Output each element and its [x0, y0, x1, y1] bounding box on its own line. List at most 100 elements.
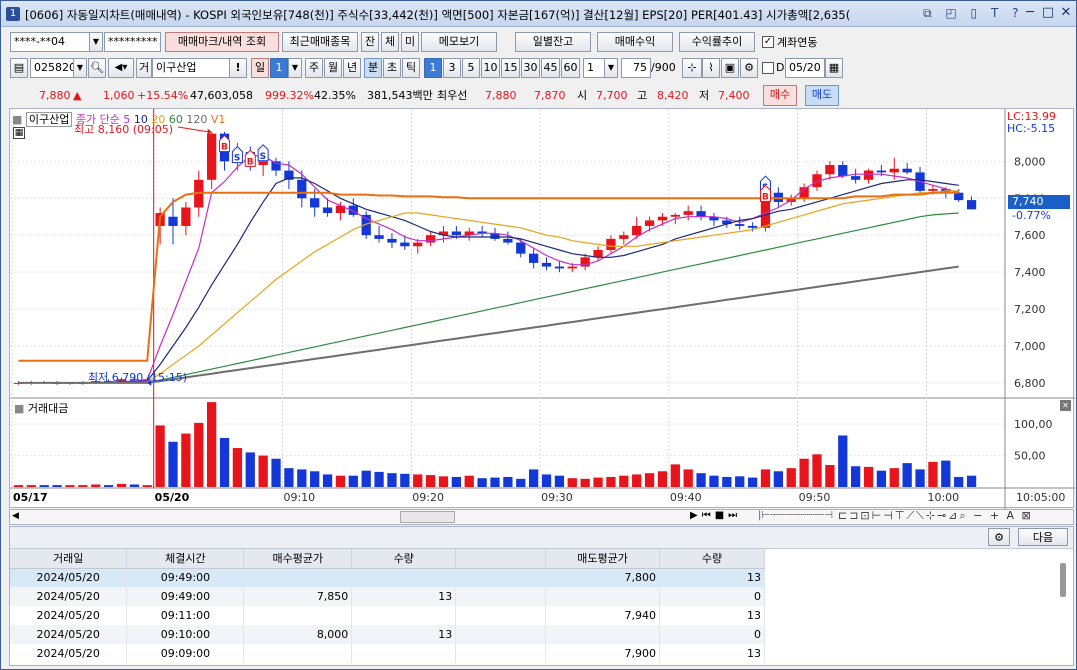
tab-unfilled[interactable]: 미: [401, 32, 419, 52]
period-count-field[interactable]: 1: [270, 58, 288, 78]
custom-period-dropdown-icon[interactable]: ▼: [604, 58, 618, 78]
gear-icon[interactable]: ⚙: [740, 58, 758, 78]
minimize-button[interactable]: ─: [1021, 5, 1039, 21]
window-number-badge: 1: [6, 7, 20, 21]
date-checkbox[interactable]: [762, 62, 774, 74]
period-year-button[interactable]: 년: [343, 58, 361, 78]
period-tick-button[interactable]: 틱: [402, 58, 420, 78]
col-sell-qty[interactable]: 수량: [659, 549, 765, 569]
period-second-button[interactable]: 초: [383, 58, 401, 78]
volume-bar: [91, 484, 101, 487]
buy-button[interactable]: 매수: [763, 85, 797, 106]
volume-bar: [696, 473, 706, 487]
maximize-button[interactable]: □: [1039, 5, 1057, 21]
tool-icon-2[interactable]: ⌇: [702, 58, 720, 78]
open-label: 시: [577, 89, 588, 102]
speaker-icon[interactable]: ◀▾: [108, 58, 134, 78]
save-icon[interactable]: ▣: [721, 58, 739, 78]
next-button[interactable]: 다음: [1018, 528, 1068, 546]
table-cell: 09:10:00: [126, 625, 245, 644]
trade-mark-button[interactable]: 매매마크/내역 조회: [165, 32, 279, 52]
time-tick-label: 09:20: [412, 491, 444, 504]
grid-toggle-icon[interactable]: ▦: [13, 127, 25, 139]
minute-option-5[interactable]: 5: [462, 58, 480, 78]
stock-name-field[interactable]: 이구산업: [152, 58, 230, 78]
table-row[interactable]: 2024/05/20 09:11:00 7,940 13: [10, 606, 765, 625]
ma-line-60: [18, 212, 959, 384]
daily-balance-button[interactable]: 일별잔고: [515, 32, 591, 52]
volume-bar: [941, 460, 951, 487]
table-row[interactable]: 2024/05/20 09:49:00 7,800 13: [10, 568, 765, 587]
title-tool-icons[interactable]: ⧉ ◰ ▯ T ?: [923, 6, 1023, 21]
table-row[interactable]: 2024/05/20 09:49:00 7,850 13 0: [10, 587, 765, 606]
table-scrollbar[interactable]: [1060, 563, 1066, 597]
table-row[interactable]: 2024/05/20 09:10:00 8,000 13 0: [10, 625, 765, 644]
volume-bar: [786, 468, 796, 487]
minute-option-60[interactable]: 60: [561, 58, 580, 78]
settings-icon[interactable]: ▤: [10, 58, 28, 78]
stock-code-input[interactable]: 025820: [30, 58, 74, 78]
trade-profit-button[interactable]: 매매수익: [597, 32, 673, 52]
volume-bar: [747, 477, 758, 487]
period-minute-button[interactable]: 분: [364, 58, 382, 78]
chart-panel[interactable]: 05/17 05/20 09:10 09:20 09:30 09:40 09:50 10:00…: [9, 108, 1075, 509]
col-buy-qty[interactable]: 수량: [351, 549, 457, 569]
table-settings-icon[interactable]: ⚙: [988, 528, 1010, 546]
tab-balance[interactable]: 잔: [361, 32, 379, 52]
period-count-dropdown-icon[interactable]: ▼: [288, 58, 302, 78]
legend-settings-icon[interactable]: ■: [12, 113, 22, 126]
market-badge[interactable]: 거: [136, 58, 152, 78]
minute-option-10[interactable]: 10: [481, 58, 500, 78]
calendar-icon[interactable]: ▦: [825, 58, 843, 78]
minute-option-30[interactable]: 30: [521, 58, 540, 78]
close-button[interactable]: ✕: [1057, 5, 1075, 21]
tab-execution[interactable]: 체: [381, 32, 399, 52]
search-icon[interactable]: 🔍︎: [88, 58, 106, 78]
custom-period-field[interactable]: 1: [583, 58, 605, 78]
volume-bar: [155, 425, 165, 487]
account-combo[interactable]: ****-**04: [10, 32, 90, 52]
period-month-button[interactable]: 월: [324, 58, 342, 78]
account-link-checkbox[interactable]: ✓: [762, 36, 774, 48]
col-trade-date[interactable]: 거래일: [10, 549, 128, 569]
change-percent: +15.54%: [137, 89, 189, 102]
display-count-field[interactable]: 75: [621, 58, 651, 78]
period-day-button[interactable]: 일: [251, 58, 269, 78]
col-buy-avg[interactable]: 매수평균가: [243, 549, 353, 569]
return-trend-button[interactable]: 수익률추이: [679, 32, 755, 52]
memo-button[interactable]: 메모보기: [421, 32, 497, 52]
volume-bar: [567, 478, 577, 487]
minute-option-1[interactable]: 1: [424, 58, 442, 78]
table-row[interactable]: 2024/05/20 09:09:00 7,900 13: [10, 644, 765, 663]
scroll-thumb[interactable]: [400, 511, 455, 523]
minute-option-45[interactable]: 45: [541, 58, 560, 78]
zoom-slider[interactable]: |⊢┄┄┄┄┄┄┄┄┄⊣: [758, 510, 833, 521]
stock-code-dropdown-icon[interactable]: ▼: [73, 58, 87, 78]
time-tick-label: 05/20: [155, 491, 190, 504]
date-input[interactable]: 05/20: [785, 58, 825, 78]
minute-option-3[interactable]: 3: [443, 58, 461, 78]
legend-stock-name[interactable]: 이구산업: [25, 112, 73, 127]
scroll-left-icon[interactable]: ◀: [12, 511, 19, 521]
candle-body: [451, 231, 461, 236]
account-dropdown-icon[interactable]: ▼: [89, 32, 103, 52]
period-week-button[interactable]: 주: [305, 58, 323, 78]
col-exec-time[interactable]: 체결시간: [126, 549, 245, 569]
sell-button[interactable]: 매도: [805, 85, 839, 106]
price-chart[interactable]: 05/17 05/20 09:10 09:20 09:30 09:40 09:50 10:00…: [10, 109, 1075, 509]
close-pane-icon[interactable]: ✕: [1060, 400, 1071, 411]
volume-bar: [876, 470, 887, 487]
trade-marker-label: S: [234, 154, 240, 164]
drawing-tools-icons[interactable]: ⊏⊐⊡⊢⊣⊤⟋⟍⊹⊸⊿⌕ − + A ⊠: [838, 509, 1033, 523]
candle-body: [400, 242, 410, 247]
tool-icon-1[interactable]: ⊹: [682, 58, 702, 78]
playback-controls[interactable]: ▶⏮■⏭: [690, 510, 741, 521]
minute-option-15[interactable]: 15: [501, 58, 520, 78]
trade-amount: 381,543백만: [367, 89, 433, 102]
password-field[interactable]: *********: [104, 32, 161, 52]
toolbar-account: ****-**04 ▼ ********* 매매마크/내역 조회 최근매매종목 …: [1, 32, 1076, 54]
alert-button[interactable]: !: [229, 58, 247, 78]
recent-trades-button[interactable]: 최근매매종목: [282, 32, 358, 52]
col-sell-avg[interactable]: 매도평균가: [545, 549, 661, 569]
table-cell: 09:49:00: [126, 587, 245, 606]
